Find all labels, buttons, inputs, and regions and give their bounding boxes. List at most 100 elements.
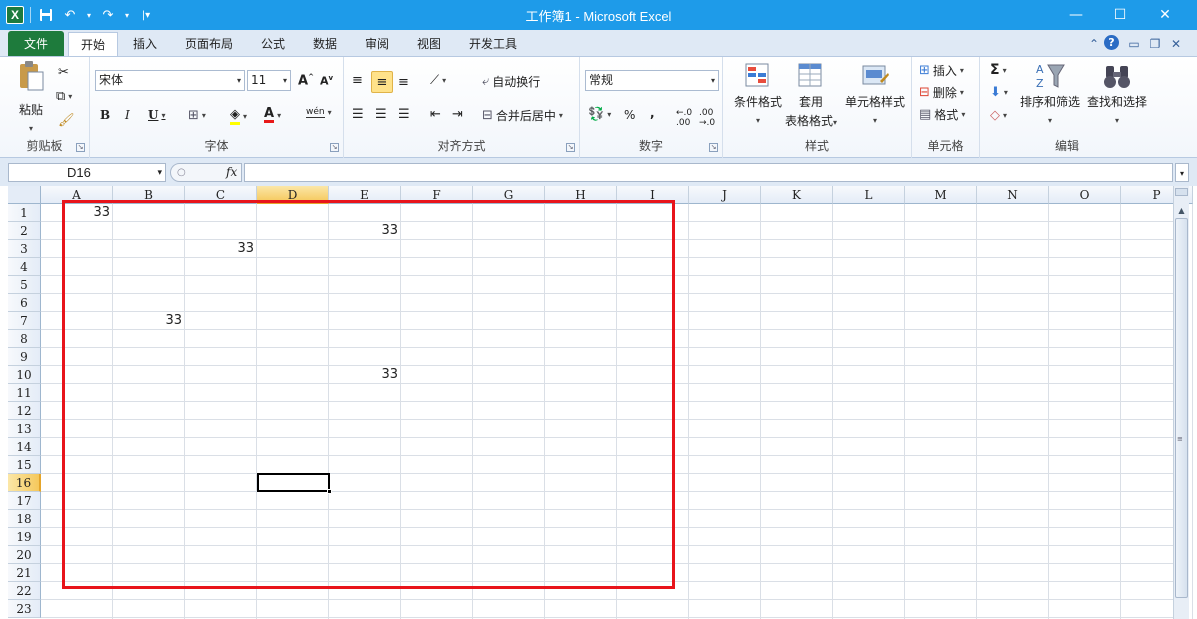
doc-close-icon[interactable]: ✕ bbox=[1167, 36, 1185, 52]
grow-font-button[interactable]: A^ bbox=[298, 73, 314, 88]
tab-review[interactable]: 审阅 bbox=[356, 32, 398, 57]
italic-button[interactable]: I bbox=[125, 108, 130, 122]
format-painter-button[interactable]: 🖌 bbox=[58, 113, 75, 128]
find-select-dropdown-icon[interactable]: ▾ bbox=[1115, 113, 1119, 129]
row-header-13[interactable]: 13 bbox=[8, 420, 41, 438]
conditional-formatting-button[interactable]: 条件格式 ▾ bbox=[728, 61, 788, 129]
paste-dropdown-icon[interactable]: ▾ bbox=[29, 121, 33, 137]
decrease-indent-button[interactable]: ⇤ bbox=[430, 107, 441, 122]
row-header-3[interactable]: 3 bbox=[8, 240, 41, 258]
tab-formulas[interactable]: 公式 bbox=[252, 32, 294, 57]
increase-decimal-button[interactable]: ←.0.00 bbox=[676, 108, 692, 128]
phonetic-dropdown-icon[interactable]: ▾ bbox=[328, 108, 332, 117]
align-bottom-button[interactable]: ≡ bbox=[398, 75, 409, 90]
row-header-7[interactable]: 7 bbox=[8, 312, 41, 330]
merge-center-button[interactable]: ⊟ 合并后居中 ▾ bbox=[482, 107, 563, 124]
column-header-o[interactable]: O bbox=[1049, 186, 1121, 204]
conditional-formatting-dropdown-icon[interactable]: ▾ bbox=[756, 113, 760, 129]
tab-insert[interactable]: 插入 bbox=[124, 32, 166, 57]
row-header-5[interactable]: 5 bbox=[8, 276, 41, 294]
expand-formula-bar-icon[interactable]: ▾ bbox=[1175, 163, 1189, 182]
tab-home[interactable]: 开始 bbox=[68, 32, 118, 57]
minimize-button[interactable]: — bbox=[1053, 0, 1099, 30]
row-header-14[interactable]: 14 bbox=[8, 438, 41, 456]
comma-style-button[interactable]: , bbox=[650, 106, 655, 120]
autosum-button[interactable]: Σ ▾ bbox=[990, 62, 1007, 78]
font-name-select[interactable]: 宋体 ▾ bbox=[95, 70, 245, 91]
align-left-button[interactable]: ☰ bbox=[352, 107, 364, 122]
alignment-launcher-icon[interactable]: ↘ bbox=[566, 143, 575, 152]
orientation-button[interactable]: ⟋ ▾ bbox=[430, 73, 446, 88]
align-top-button[interactable]: ≡ bbox=[352, 73, 363, 88]
font-launcher-icon[interactable]: ↘ bbox=[330, 143, 339, 152]
maximize-button[interactable]: ☐ bbox=[1097, 0, 1143, 30]
column-header-m[interactable]: M bbox=[905, 186, 977, 204]
increase-indent-button[interactable]: ⇥ bbox=[452, 107, 463, 122]
percent-style-button[interactable]: % bbox=[624, 108, 635, 122]
sort-filter-button[interactable]: AZ 排序和筛选 ▾ bbox=[1018, 61, 1082, 129]
row-header-12[interactable]: 12 bbox=[8, 402, 41, 420]
row-header-23[interactable]: 23 bbox=[8, 600, 41, 618]
paste-button[interactable]: 粘贴 ▾ bbox=[12, 61, 50, 137]
row-header-22[interactable]: 22 bbox=[8, 582, 41, 600]
row-header-15[interactable]: 15 bbox=[8, 456, 41, 474]
fill-color-dropdown-icon[interactable]: ▾ bbox=[243, 112, 247, 121]
row-header-18[interactable]: 18 bbox=[8, 510, 41, 528]
help-icon[interactable]: ? bbox=[1104, 35, 1119, 50]
cut-button[interactable]: ✂ bbox=[58, 65, 69, 80]
underline-dropdown-icon[interactable]: ▾ bbox=[161, 110, 165, 120]
tab-view[interactable]: 视图 bbox=[408, 32, 450, 57]
tab-data[interactable]: 数据 bbox=[304, 32, 346, 57]
format-cells-button[interactable]: ▤ 格式 ▾ bbox=[919, 106, 965, 123]
number-launcher-icon[interactable]: ↘ bbox=[709, 143, 718, 152]
format-dropdown-icon[interactable]: ▾ bbox=[961, 110, 965, 119]
tab-page-layout[interactable]: 页面布局 bbox=[176, 32, 242, 57]
fill-dropdown-icon[interactable]: ▾ bbox=[1004, 88, 1008, 97]
split-handle[interactable] bbox=[1175, 188, 1188, 196]
borders-dropdown-icon[interactable]: ▾ bbox=[202, 111, 206, 120]
underline-button[interactable]: U ▾ bbox=[148, 108, 165, 122]
worksheet-grid[interactable]: ABCDEFGHIJKLMNOP 1 2 3 4 5 6 7 8 9 10 11 12 13 14 15 16… bbox=[0, 186, 1197, 619]
number-format-select[interactable]: 常规 ▾ bbox=[585, 70, 719, 91]
row-header-10[interactable]: 10 bbox=[8, 366, 41, 384]
row-header-1[interactable]: 1 bbox=[8, 204, 41, 222]
align-center-button[interactable]: ☰ bbox=[375, 107, 387, 122]
font-color-dropdown-icon[interactable]: ▾ bbox=[277, 111, 281, 120]
align-middle-button[interactable]: ≡ bbox=[371, 71, 393, 93]
wrap-text-button[interactable]: ⤶ 自动换行 bbox=[482, 73, 540, 90]
row-header-2[interactable]: 2 bbox=[8, 222, 41, 240]
chevron-down-icon[interactable]: ▾ bbox=[157, 164, 162, 181]
fill-color-button[interactable]: ◈ ▾ bbox=[230, 107, 247, 125]
row-header-19[interactable]: 19 bbox=[8, 528, 41, 546]
sort-filter-dropdown-icon[interactable]: ▾ bbox=[1048, 113, 1052, 129]
cell-styles-button[interactable]: 单元格样式 ▾ bbox=[841, 61, 909, 129]
name-box[interactable]: D16 ▾ bbox=[8, 163, 166, 182]
insert-dropdown-icon[interactable]: ▾ bbox=[960, 66, 964, 75]
scroll-up-icon[interactable]: ▲ bbox=[1175, 204, 1188, 217]
clear-button[interactable]: ◇ ▾ bbox=[990, 108, 1007, 123]
close-button[interactable]: ✕ bbox=[1142, 0, 1188, 30]
row-header-6[interactable]: 6 bbox=[8, 294, 41, 312]
doc-restore-icon[interactable]: ❐ bbox=[1146, 36, 1164, 52]
orientation-dropdown-icon[interactable]: ▾ bbox=[442, 76, 446, 85]
copy-button[interactable]: ⧉ ▾ bbox=[56, 89, 72, 104]
insert-function-button[interactable]: fx bbox=[226, 164, 237, 181]
column-header-k[interactable]: K bbox=[761, 186, 833, 204]
font-color-button[interactable]: A ▾ bbox=[264, 107, 281, 123]
accounting-format-button[interactable]: 💱 ▾ bbox=[588, 107, 611, 122]
insert-cells-button[interactable]: ⊞ 插入 ▾ bbox=[919, 62, 964, 79]
delete-cells-button[interactable]: ⊟ 删除 ▾ bbox=[919, 84, 964, 101]
vertical-scrollbar[interactable]: ▲ ≡ bbox=[1173, 186, 1189, 619]
merge-center-dropdown-icon[interactable]: ▾ bbox=[559, 111, 563, 120]
row-header-8[interactable]: 8 bbox=[8, 330, 41, 348]
format-as-table-button[interactable]: 套用 表格格式▾ bbox=[781, 61, 841, 131]
bold-button[interactable]: B bbox=[100, 108, 110, 122]
clear-dropdown-icon[interactable]: ▾ bbox=[1003, 111, 1007, 120]
doc-minimize-icon[interactable]: ▭ bbox=[1125, 36, 1143, 52]
shrink-font-button[interactable]: Av bbox=[320, 74, 333, 88]
font-size-select[interactable]: 11 ▾ bbox=[247, 70, 291, 91]
tab-file[interactable]: 文件 bbox=[8, 31, 64, 57]
autosum-dropdown-icon[interactable]: ▾ bbox=[1003, 66, 1007, 75]
column-header-j[interactable]: J bbox=[689, 186, 761, 204]
row-header-21[interactable]: 21 bbox=[8, 564, 41, 582]
